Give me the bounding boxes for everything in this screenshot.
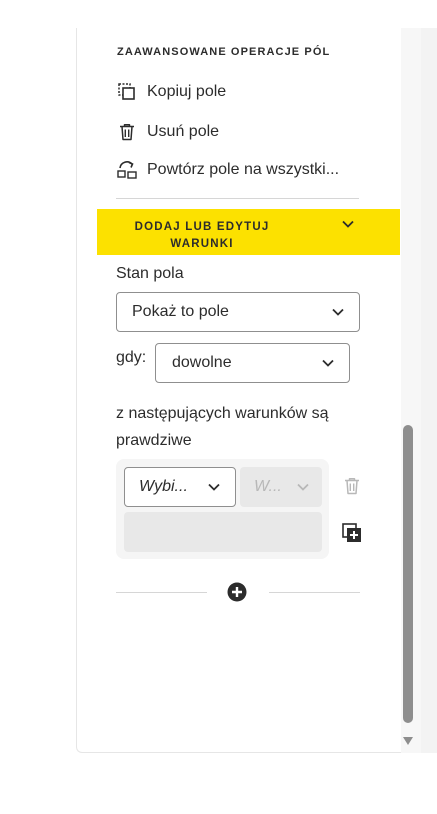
when-value: dowolne: [172, 354, 232, 371]
conditions-section-header[interactable]: DODAJ LUB EDYTUJ WARUNKI: [97, 209, 400, 255]
scroll-down-arrow[interactable]: [403, 733, 413, 751]
plus-circle-icon: [227, 582, 247, 602]
add-condition-button[interactable]: [226, 581, 248, 603]
trash-icon: [342, 476, 362, 496]
section-divider: [116, 198, 359, 199]
when-select[interactable]: dowolne: [155, 343, 350, 383]
copy-field-label: Kopiuj pole: [147, 83, 227, 100]
rule-operator-select: W...: [240, 467, 322, 507]
advanced-operations-title: ZAAWANSOWANE OPERACJE PÓL: [117, 46, 331, 58]
delete-field-label: Usuń pole: [147, 123, 220, 140]
trash-icon: [116, 121, 138, 143]
when-label: gdy:: [116, 349, 147, 366]
delete-field-item[interactable]: Usuń pole: [116, 121, 219, 143]
chevron-down-icon: [331, 305, 345, 319]
rule-value-field: [124, 512, 322, 552]
copy-field-item[interactable]: Kopiuj pole: [116, 81, 226, 103]
field-state-value: Pokaż to pole: [132, 303, 229, 320]
rule-field-value: Wybi...: [139, 478, 188, 495]
add-condition-divider-right: [269, 592, 360, 593]
chevron-down-icon: [321, 356, 335, 370]
repeat-field-item[interactable]: Powtórz pole na wszystki...: [116, 159, 339, 181]
repeat-icon: [116, 159, 138, 181]
conditions-section-title: DODAJ LUB EDYTUJ WARUNKI: [134, 221, 270, 250]
rule-field-select[interactable]: Wybi...: [124, 467, 236, 507]
add-rule-button[interactable]: [340, 521, 364, 545]
delete-rule-button[interactable]: [340, 474, 364, 498]
chevron-down-icon: [341, 217, 355, 236]
repeat-field-label: Powtórz pole na wszystki...: [147, 161, 340, 178]
add-condition-divider-left: [116, 592, 207, 593]
rule-operator-value: W...: [254, 478, 282, 495]
conditions-description: z następujących warunków są prawdziwe: [116, 405, 329, 449]
scrollbar-thumb[interactable]: [403, 425, 413, 723]
outer-gutter: [421, 28, 437, 753]
add-rule-icon: [341, 522, 363, 544]
chevron-down-icon: [296, 480, 310, 494]
field-state-label: Stan pola: [116, 265, 184, 282]
field-state-select[interactable]: Pokaż to pole: [116, 292, 360, 332]
copy-field-icon: [116, 81, 138, 103]
chevron-down-icon: [207, 480, 221, 494]
